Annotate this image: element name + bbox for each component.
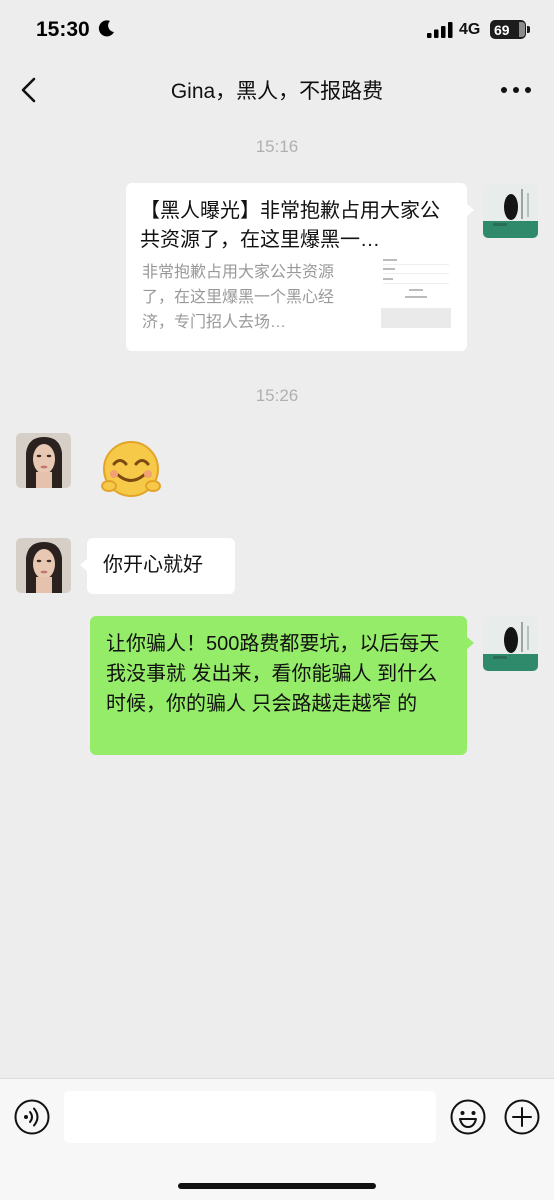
message-timestamp: 15:26 [255, 386, 299, 405]
status-bar: 15:30 4G 69 [0, 0, 554, 60]
voice-input-icon[interactable] [14, 1099, 50, 1135]
chat-title: Gina，黑人，不报路费 [170, 80, 384, 103]
message-text: 让你骗人！500路费都要坑，以后每天 我没事就 发出来，看你能骗人 到什么时候，… [106, 633, 440, 715]
article-thumbnail [381, 256, 451, 328]
battery-empty-segment [519, 22, 525, 37]
chat-header: Gina，黑人，不报路费 [0, 60, 554, 118]
battery-level-text: 69 [494, 21, 510, 38]
network-type: 4G [459, 21, 481, 38]
home-indicator [178, 1183, 376, 1189]
message-input[interactable] [64, 1091, 436, 1143]
message-timestamp: 15:16 [255, 137, 299, 156]
incoming-message-bubble[interactable]: 你开心就好 [80, 538, 235, 594]
plus-icon[interactable] [504, 1099, 540, 1135]
moon-icon [98, 20, 114, 37]
smiling-emoji-sticker[interactable] [100, 440, 163, 500]
article-title: 【黑人曝光】非常抱歉占用大家公共资源了，在这里爆黑一… [140, 200, 440, 251]
signal-icon [427, 22, 453, 38]
contact-avatar[interactable] [16, 538, 71, 593]
outgoing-message-bubble[interactable]: 让你骗人！500路费都要坑，以后每天 我没事就 发出来，看你能骗人 到什么时候，… [90, 616, 474, 755]
my-avatar[interactable] [483, 616, 538, 671]
emoji-icon[interactable] [450, 1099, 486, 1135]
status-time: 15:30 [36, 18, 90, 41]
chat-input-bar [0, 1078, 554, 1200]
my-avatar[interactable] [483, 183, 538, 238]
more-options-icon[interactable] [500, 86, 532, 94]
article-description: 非常抱歉占用大家公共资源了，在这里爆黑一个黑心经济，专门招人去场… [142, 264, 335, 331]
battery-tip [527, 26, 530, 33]
contact-avatar[interactable] [16, 433, 71, 488]
message-text: 你开心就好 [103, 554, 203, 576]
